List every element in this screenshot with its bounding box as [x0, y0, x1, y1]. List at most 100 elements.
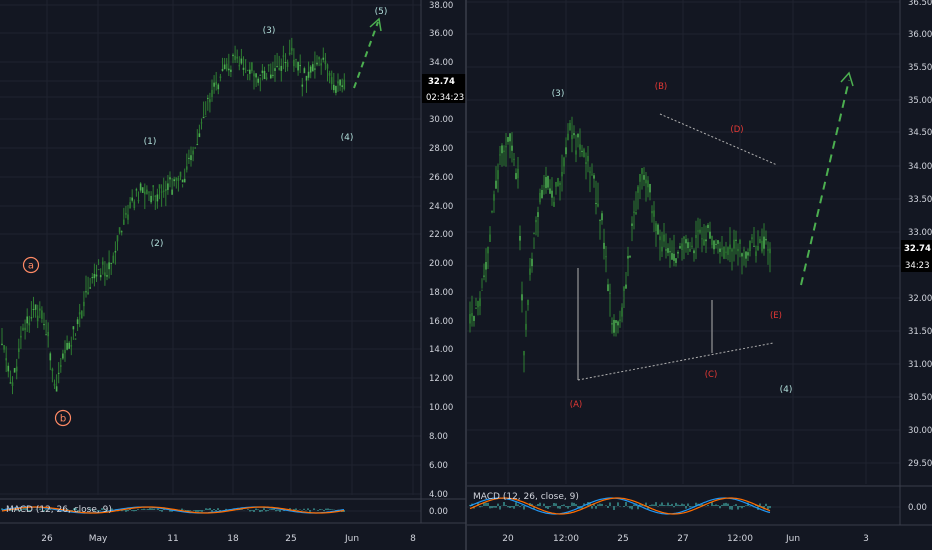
candle-body — [194, 147, 196, 149]
candle-body — [320, 63, 322, 66]
right-chart-panel[interactable]: MACD (12, 26, close, 9) 36.50 36.00 35.50 35… — [467, 0, 932, 550]
time-axis-label: 3 — [863, 534, 869, 544]
candle-body — [267, 64, 270, 66]
candle-body — [215, 81, 217, 85]
candle-body — [76, 319, 79, 325]
candle-body — [641, 168, 643, 174]
candle-body — [709, 231, 711, 239]
candle-body — [647, 180, 649, 188]
candle-body — [81, 310, 83, 319]
candle-body — [74, 338, 77, 340]
candle-body — [120, 231, 123, 233]
candle-body — [188, 157, 190, 159]
time-axis-label: 12:00 — [727, 534, 753, 544]
time-axis-label: Jun — [344, 534, 359, 544]
candle-body — [57, 372, 60, 374]
candle-body — [297, 61, 299, 71]
price-axis-label: 6.00 — [429, 461, 448, 471]
candle-body — [617, 321, 619, 326]
wave-circle-label: a — [28, 261, 34, 272]
candle-body — [485, 261, 487, 270]
candle-body — [15, 366, 18, 372]
price-axis-label: 26.00 — [429, 173, 453, 183]
candle-body — [9, 382, 12, 384]
candle-body — [62, 353, 64, 359]
candle-body — [737, 248, 739, 252]
time-axis-label: 26 — [41, 534, 53, 544]
candle-body — [521, 294, 523, 301]
time-axis-label: 25 — [617, 534, 628, 544]
candle-body — [154, 195, 157, 197]
candle-body — [661, 246, 663, 252]
candle-body — [725, 251, 727, 253]
price-axis-label: 31.50 — [908, 327, 932, 337]
candle-body — [114, 251, 117, 253]
candle-body — [3, 345, 5, 350]
price-axis-label: 10.00 — [429, 403, 453, 413]
candle-body — [51, 368, 54, 371]
candle-body — [282, 55, 285, 57]
candle-body — [244, 59, 247, 61]
candle-body — [137, 200, 140, 202]
candle-body — [291, 47, 293, 51]
candle-body — [219, 76, 222, 78]
left-chart-panel[interactable]: MACD (12, 26, close, 9) 38.00 36.00 34.00 32… — [0, 0, 467, 550]
time-axis-label: 20 — [502, 534, 514, 544]
candle-body — [165, 188, 167, 191]
price-axis-label: 14.00 — [429, 345, 453, 355]
candle-body — [207, 97, 209, 99]
candle-body — [318, 57, 320, 60]
candle-body — [36, 315, 39, 322]
candle-body — [202, 116, 205, 119]
candle-body — [324, 60, 327, 65]
candle-body — [551, 190, 553, 198]
wave-label: (1) — [144, 137, 157, 147]
candle-body — [162, 190, 165, 192]
price-axis-label: 0.00 — [429, 507, 448, 517]
candle-body — [131, 197, 133, 201]
candle-body — [555, 181, 557, 187]
candle-body — [85, 291, 87, 293]
candle-body — [209, 99, 211, 103]
price-axis-label: 36.00 — [429, 29, 453, 39]
candle-body — [97, 269, 100, 271]
candle-body — [581, 150, 583, 152]
candle-body — [301, 84, 304, 87]
candle-body — [675, 258, 677, 263]
candle-body — [167, 183, 169, 190]
corrective-wave-label: (E) — [770, 311, 782, 321]
candle-body — [181, 179, 184, 183]
price-axis-label: 34.50 — [908, 128, 932, 138]
candle-body — [5, 358, 7, 361]
candle-body — [689, 248, 691, 252]
candle-body — [567, 133, 569, 141]
candle-body — [569, 122, 571, 131]
candle-body — [13, 367, 16, 373]
candle-body — [228, 68, 230, 71]
candle-body — [627, 255, 629, 259]
candle-body — [270, 74, 272, 79]
candle-body — [573, 133, 575, 136]
price-axis-label: 36.00 — [908, 30, 932, 40]
candle-body — [739, 239, 741, 244]
candle-body — [595, 202, 597, 204]
candle-body — [545, 177, 547, 189]
candle-body — [705, 239, 707, 242]
candle-body — [263, 70, 266, 80]
time-axis-label: 8 — [410, 534, 416, 544]
price-axis-label: 30.00 — [908, 426, 932, 436]
candle-body — [24, 327, 26, 331]
candle-body — [533, 232, 535, 235]
candle-body — [497, 170, 499, 180]
candle-body — [47, 331, 49, 337]
candle-body — [148, 191, 150, 193]
candle-body — [609, 292, 611, 294]
candle-body — [639, 173, 641, 182]
candle-body — [769, 248, 771, 254]
candle-body — [745, 251, 747, 259]
candle-body — [156, 194, 159, 202]
candle-body — [108, 262, 110, 270]
candle-body — [272, 74, 274, 76]
candle-body — [717, 240, 719, 244]
price-axis-label: 29.50 — [908, 459, 932, 469]
